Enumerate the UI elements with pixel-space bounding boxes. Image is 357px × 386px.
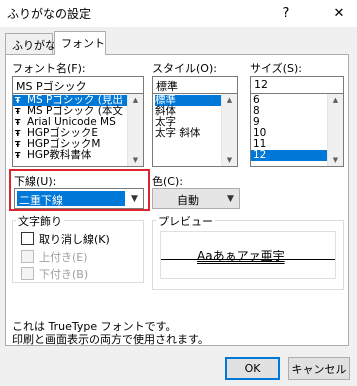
scroll-down-icon[interactable]: ▼ [222,154,237,166]
style-input[interactable]: 標準 [152,76,238,94]
truetype-icon: Ŧ [15,96,21,105]
chevron-down-icon[interactable]: ▼ [222,189,239,208]
truetype-icon: Ŧ [15,140,21,149]
truetype-icon: Ŧ [15,107,21,116]
preview-box: Aaあぁアァ亜宇 [160,231,336,279]
underline-select[interactable]: 二重下線 ▼ [14,188,144,209]
font-name-label: フォント名(F): [12,62,86,75]
strikethrough-checkbox[interactable] [21,232,34,245]
truetype-icon: Ŧ [15,129,21,138]
list-item[interactable]: 12 [251,150,329,161]
tab-font[interactable]: フォント [54,31,106,55]
help-button[interactable]: ? [270,0,302,27]
style-list[interactable]: 標準 斜体 太字 太字 斜体 ▲ ▼ [152,93,238,167]
list-item[interactable]: Ŧ HGP教科書体 [13,150,143,161]
style-label: スタイル(O): [152,62,217,75]
truetype-icon: Ŧ [15,151,21,160]
scroll-up-icon[interactable]: ▲ [328,94,343,106]
scroll-up-icon[interactable]: ▲ [222,94,237,106]
scroll-up-icon[interactable]: ▲ [128,94,143,106]
size-list[interactable]: 6 8 9 10 11 12 ▲ ▼ [250,93,344,167]
truetype-note-line2: 印刷と画面表示の両方で使用されます。 [12,333,209,346]
color-value: 自動 [177,194,199,207]
size-input[interactable]: 12 [250,76,344,94]
subscript-checkbox[interactable] [21,267,34,280]
font-name-list[interactable]: Ŧ MS Pゴシック (見出 Ŧ MS Pゴシック (本文 Ŧ Arial Unico… [12,93,144,167]
effects-group-label: 文字飾り [16,213,64,229]
superscript-label: 上付き(E) [39,251,88,264]
scroll-down-icon[interactable]: ▼ [128,154,143,166]
tab-furigana[interactable]: ふりがな [5,33,56,54]
size-label: サイズ(S): [250,62,302,75]
preview-group-label: プレビュー [156,213,215,229]
size-list-scrollbar[interactable]: ▲ ▼ [327,94,343,166]
underline-label: 下線(U): [14,175,57,188]
strikethrough-label: 取り消し線(K) [39,233,110,246]
superscript-checkbox[interactable] [21,250,34,263]
subscript-label: 下付き(B) [39,268,89,281]
font-name-input[interactable]: MS Pゴシック [12,76,144,94]
truetype-icon: Ŧ [15,118,21,127]
font-list-scrollbar[interactable]: ▲ ▼ [127,94,143,166]
window-title: ふりがなの設定 [7,7,92,21]
ok-button[interactable]: OK [225,357,280,380]
chevron-down-icon[interactable]: ▼ [126,189,143,208]
cancel-button[interactable]: キャンセル [288,357,350,380]
underline-value: 二重下線 [19,194,63,207]
style-list-scrollbar[interactable]: ▲ ▼ [221,94,237,166]
close-button[interactable]: ✕ [323,0,355,27]
scroll-down-icon[interactable]: ▼ [328,154,343,166]
preview-sample-text: Aaあぁアァ亜宇 [197,249,285,263]
color-select[interactable]: 自動 ▼ [152,188,240,209]
color-label: 色(C): [152,175,183,188]
title-bar: ふりがなの設定 ? ✕ [0,0,357,27]
close-icon: ✕ [333,6,345,21]
